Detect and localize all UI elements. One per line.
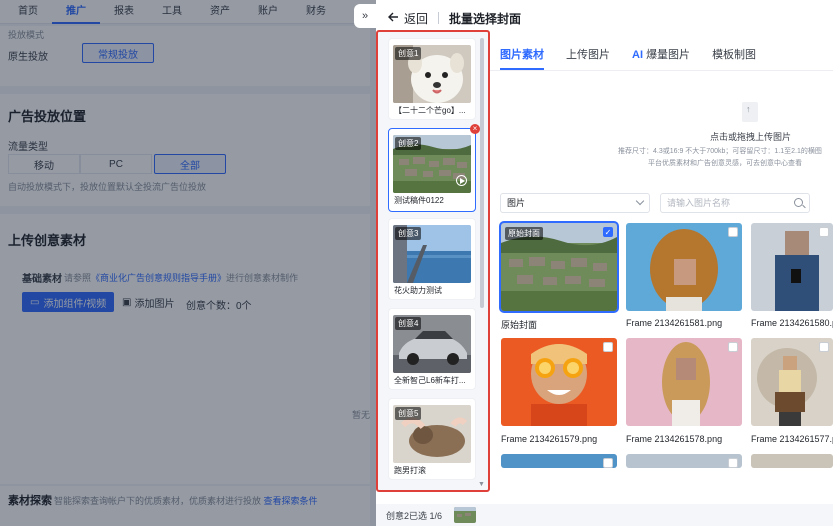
creative-item-1[interactable]: 创意1 【二十二个芒go】...	[388, 38, 476, 120]
image-card-8[interactable]	[626, 454, 742, 468]
back-button[interactable]: 返回	[388, 10, 428, 27]
selected-thumb[interactable]	[454, 507, 477, 523]
tabs-divider	[490, 70, 833, 71]
scroll-down-icon[interactable]: ▼	[478, 481, 485, 488]
image-card-6[interactable]	[751, 338, 833, 426]
selection-footer: 创意2已选 1/6	[376, 504, 833, 526]
image-checkbox[interactable]	[603, 458, 613, 468]
image-card-9[interactable]	[751, 454, 833, 468]
image-checkbox[interactable]	[728, 458, 738, 468]
image-checkbox[interactable]	[728, 227, 738, 237]
image-name: Frame 2134261579.png	[501, 434, 598, 444]
upload-spec: 推荐尺寸：4.3或16:9 不大于700kb；可容留尺寸：1.1至2.1的横图	[618, 148, 822, 155]
image-curly-hair-blue	[626, 223, 742, 311]
image-partial	[501, 454, 617, 468]
image-card-7[interactable]	[501, 454, 617, 468]
image-card-2[interactable]	[626, 223, 742, 311]
image-name: Frame 2134261577.png	[751, 434, 833, 444]
upload-note: 平台优质素材和广告创意灵感，可去创意中心查看	[648, 160, 802, 167]
creative-item-4[interactable]: 创意4 全新智己L6新车打...	[388, 308, 476, 390]
arrow-left-icon	[388, 11, 399, 25]
selection-status: 创意2已选 1/6	[386, 510, 443, 521]
creative-name: 测试稿件0122	[394, 196, 444, 205]
image-checkbox-checked[interactable]: ✓	[603, 227, 613, 237]
tab-image-material[interactable]: 图片素材	[500, 40, 544, 70]
tab-upload-image[interactable]: 上传图片	[566, 40, 610, 70]
remove-creative-icon[interactable]: ×	[470, 124, 480, 134]
material-tabs: 图片素材 上传图片 AI 爆量图片 模板制图	[500, 40, 756, 70]
image-checkbox[interactable]	[819, 342, 829, 352]
header-divider	[438, 12, 440, 24]
search-icon[interactable]	[794, 198, 803, 207]
image-card-4[interactable]	[501, 338, 617, 426]
creative-tag: 创意2	[395, 137, 422, 150]
image-partial	[626, 454, 742, 468]
creative-item-2[interactable]: 创意2 × 测试稿件0122	[388, 124, 480, 212]
image-checkbox[interactable]	[728, 342, 738, 352]
image-name: Frame 2134261578.png	[626, 434, 723, 444]
original-cover-tag: 原始封面	[505, 227, 543, 240]
creative-list[interactable]: 创意1 【二十二个芒go】... 创意2 × 测试稿件0122 创意3 花火助力…	[376, 30, 490, 492]
image-name: Frame 2134261580.png	[751, 318, 833, 328]
tab-hot-images[interactable]: AI 爆量图片	[632, 40, 690, 70]
creative-item-3[interactable]: 创意3 花火助力测试	[388, 218, 476, 300]
creative-name: 全新智己L6新车打...	[394, 376, 466, 385]
creative-name: 【二十二个芒go】...	[394, 106, 466, 115]
ai-badge: AI	[632, 49, 643, 61]
image-checkbox[interactable]	[819, 227, 829, 237]
image-curly-hair-pink	[626, 338, 742, 426]
image-partial	[751, 454, 833, 468]
drawer-collapse-button[interactable]: »	[354, 4, 376, 28]
tab-template-design[interactable]: 模板制图	[712, 40, 756, 70]
creative-tag: 创意5	[395, 407, 422, 420]
hot-images-label: 爆量图片	[646, 49, 691, 61]
creative-name: 花火助力测试	[394, 286, 442, 295]
image-card-5[interactable]	[626, 338, 742, 426]
image-card-original[interactable]: 原始封面 ✓	[499, 221, 619, 313]
upload-title: 点击或拖拽上传图片	[710, 132, 792, 142]
double-chevron-right-icon: »	[361, 10, 369, 22]
creative-tag: 创意4	[395, 317, 422, 330]
back-label: 返回	[404, 11, 429, 26]
image-search-input[interactable]: 请输入图片名称	[660, 193, 810, 213]
image-name: 原始封面	[501, 320, 538, 330]
image-search-placeholder: 请输入图片名称	[667, 198, 731, 208]
creative-item-5[interactable]: 创意5 跑男打滚	[388, 398, 476, 480]
image-type-select[interactable]: 图片	[500, 193, 650, 213]
image-type-value: 图片	[507, 198, 526, 208]
play-icon[interactable]	[456, 175, 467, 186]
image-name: Frame 2134261581.png	[626, 318, 723, 328]
creative-name: 跑男打滚	[394, 466, 426, 475]
creative-tag: 创意1	[395, 47, 422, 60]
drawer-title: 批量选择封面	[449, 11, 522, 26]
upload-file-icon	[742, 102, 758, 122]
upload-dropzone[interactable]: 点击或拖拽上传图片 推荐尺寸：4.3或16:9 不大于700kb；可容留尺寸：1…	[500, 84, 833, 176]
image-checkbox[interactable]	[603, 342, 613, 352]
chevron-down-icon	[635, 196, 645, 206]
image-card-3[interactable]	[751, 223, 833, 311]
creative-tag: 创意3	[395, 227, 422, 240]
image-orange-eyes	[501, 338, 617, 426]
list-scrollbar[interactable]	[480, 38, 484, 308]
